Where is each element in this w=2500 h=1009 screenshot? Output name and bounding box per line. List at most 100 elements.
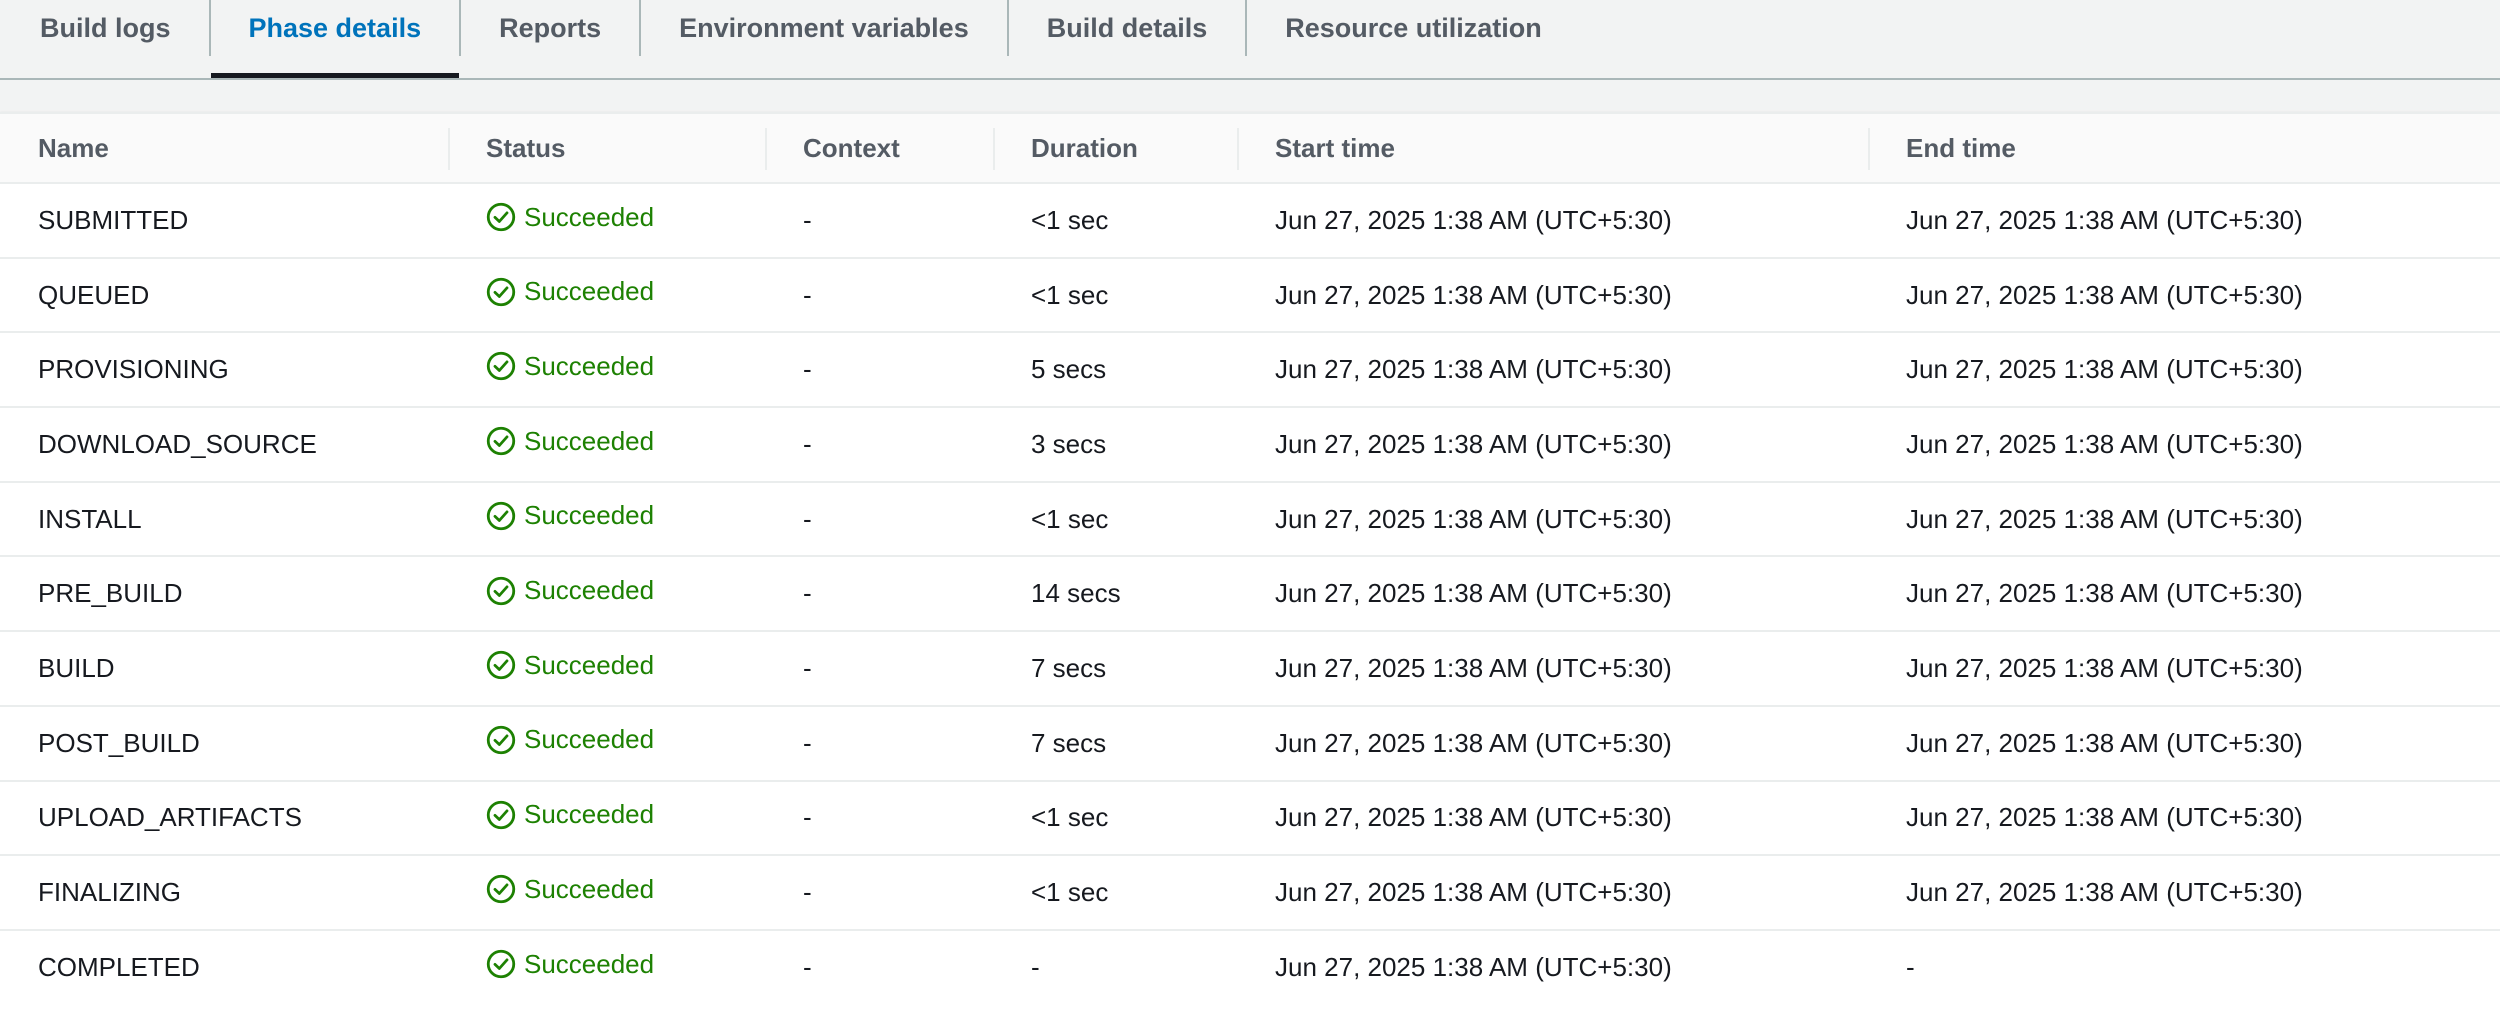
cell-start-time: Jun 27, 2025 1:38 AM (UTC+5:30)	[1237, 481, 1868, 558]
table-row: UPLOAD_ARTIFACTS Succeeded - <1 sec Jun 27, …	[0, 780, 2500, 857]
cell-end-time: Jun 27, 2025 1:38 AM (UTC+5:30)	[1868, 855, 2500, 931]
cell-context: -	[765, 705, 993, 782]
status-text: Succeeded	[524, 724, 655, 755]
check-circle-icon	[486, 725, 516, 755]
column-header-status[interactable]: Status	[448, 114, 765, 184]
status-text: Succeeded	[524, 201, 655, 232]
table-row: POST_BUILD Succeeded -7 secs Jun 27, 2025 1…	[0, 705, 2500, 782]
tab-build-details[interactable]: Build details	[1009, 0, 1246, 56]
table-row: DOWNLOAD_SOURCE Succeeded -3 secs Jun 27, 2…	[0, 407, 2500, 483]
cell-start-time: Jun 27, 2025 1:38 AM (UTC+5:30)	[1237, 631, 1868, 707]
tab-label: Reports	[499, 12, 602, 43]
check-circle-icon	[486, 277, 516, 306]
cell-duration: 5 secs	[993, 332, 1237, 409]
column-header-context[interactable]: Context	[765, 114, 993, 184]
cell-name: INSTALL	[0, 481, 448, 558]
status-indicator: Succeeded	[486, 949, 654, 980]
cell-duration: 7 secs	[993, 705, 1237, 782]
cell-start-time: Jun 27, 2025 1:38 AM (UTC+5:30)	[1237, 332, 1868, 409]
cell-name: QUEUED	[0, 257, 448, 334]
cell-status: Succeeded	[448, 780, 765, 857]
check-circle-icon	[486, 651, 516, 680]
column-header-end-time[interactable]: End time	[1868, 114, 2500, 184]
cell-end-time: Jun 27, 2025 1:38 AM (UTC+5:30)	[1868, 780, 2500, 857]
column-header-duration[interactable]: Duration	[993, 114, 1237, 184]
tab-environment-variables[interactable]: Environment variables	[641, 0, 1007, 56]
column-header-start-time[interactable]: Start time	[1237, 114, 1868, 184]
cell-status: Succeeded	[448, 855, 765, 931]
cell-status: Succeeded	[448, 183, 765, 259]
cell-end-time: Jun 27, 2025 1:38 AM (UTC+5:30)	[1868, 257, 2500, 334]
status-indicator: Succeeded	[486, 426, 654, 457]
cell-context: -	[803, 952, 812, 983]
status-text: Succeeded	[524, 276, 655, 307]
column-divider	[448, 128, 450, 170]
status-indicator: Succeeded	[486, 202, 654, 233]
tab-label: Build details	[1046, 12, 1208, 43]
column-divider	[1868, 128, 1870, 170]
status-text: Succeeded	[524, 500, 655, 531]
tab-phase-details[interactable]: Phase details	[210, 0, 460, 78]
cell-end-time: -	[1906, 952, 1915, 983]
cell-name: PROVISIONING	[0, 332, 448, 409]
cell-duration: <1 sec	[993, 183, 1237, 259]
cell-duration: 14 secs	[993, 556, 1237, 633]
table-header-row: Name Status Context Duration Start time …	[0, 114, 2500, 184]
header-label: Context	[803, 132, 900, 163]
status-text: Succeeded	[524, 799, 655, 830]
tab-label: Environment variables	[679, 12, 969, 43]
check-circle-icon	[486, 950, 516, 979]
tab-build-logs[interactable]: Build logs	[0, 0, 209, 56]
tab-label: Build logs	[40, 12, 171, 43]
cell-context: -	[765, 481, 993, 558]
tab-label: Phase details	[248, 12, 422, 43]
cell-end-time: Jun 27, 2025 1:38 AM (UTC+5:30)	[1868, 631, 2500, 707]
table-row: PRE_BUILD Succeeded -14 secs Jun 27, 2025 1…	[0, 556, 2500, 633]
status-indicator: Succeeded	[486, 799, 654, 830]
cell-duration: 7 secs	[993, 631, 1237, 707]
cell-name: COMPLETED	[38, 952, 200, 983]
check-circle-icon	[486, 426, 516, 456]
status-indicator: Succeeded	[486, 575, 654, 606]
cell-end-time: Jun 27, 2025 1:38 AM (UTC+5:30)	[1868, 332, 2500, 409]
header-label: Status	[486, 132, 566, 163]
column-header-name[interactable]: Name	[0, 114, 448, 184]
status-text: Succeeded	[524, 649, 655, 680]
phase-details-table: Name Status Context Duration Start time …	[0, 114, 2500, 1005]
cell-name: POST_BUILD	[0, 705, 448, 782]
tab-resource-utilization[interactable]: Resource utilization	[1247, 0, 1580, 56]
cell-start-time: Jun 27, 2025 1:38 AM (UTC+5:30)	[1237, 705, 1868, 782]
cell-duration: <1 sec	[993, 780, 1237, 857]
cell-start-time: Jun 27, 2025 1:38 AM (UTC+5:30)	[1237, 556, 1868, 633]
column-divider	[1237, 128, 1239, 170]
check-circle-icon	[486, 875, 516, 904]
table-row: PROVISIONING Succeeded -5 secs Jun 27, 2025…	[0, 332, 2500, 409]
cell-status: Succeeded	[448, 631, 765, 707]
cell-context: -	[765, 407, 993, 483]
cell-context: -	[765, 631, 993, 707]
table-row: FINALIZING Succeeded - <1 sec Jun 27, 2025 1…	[0, 855, 2500, 931]
cell-name: DOWNLOAD_SOURCE	[0, 407, 448, 483]
status-indicator: Succeeded	[486, 276, 654, 307]
cell-end-time: Jun 27, 2025 1:38 AM (UTC+5:30)	[1868, 705, 2500, 782]
status-text: Succeeded	[524, 350, 655, 381]
cell-start-time: Jun 27, 2025 1:38 AM (UTC+5:30)	[1237, 183, 1868, 259]
cell-context: -	[765, 183, 993, 259]
check-circle-icon	[486, 576, 516, 605]
cell-status: Succeeded	[448, 257, 765, 334]
status-text: Succeeded	[524, 948, 655, 979]
table-row: QUEUED Succeeded - <1 sec Jun 27, 2025 1:38 …	[0, 257, 2500, 334]
cell-start-time: Jun 27, 2025 1:38 AM (UTC+5:30)	[1237, 407, 1868, 483]
cell-end-time: Jun 27, 2025 1:38 AM (UTC+5:30)	[1868, 407, 2500, 483]
header-label: Start time	[1275, 132, 1395, 163]
cell-duration: -	[1031, 952, 1040, 983]
cell-context: -	[765, 855, 993, 931]
cell-context: -	[765, 780, 993, 857]
tab-reports[interactable]: Reports	[461, 0, 639, 56]
cell-context: -	[765, 332, 993, 409]
cell-start-time: Jun 27, 2025 1:38 AM (UTC+5:30)	[1237, 780, 1868, 857]
status-text: Succeeded	[524, 425, 655, 456]
status-indicator: Succeeded	[486, 650, 654, 681]
cell-status: Succeeded	[448, 705, 765, 782]
header-label: End time	[1906, 132, 2016, 163]
